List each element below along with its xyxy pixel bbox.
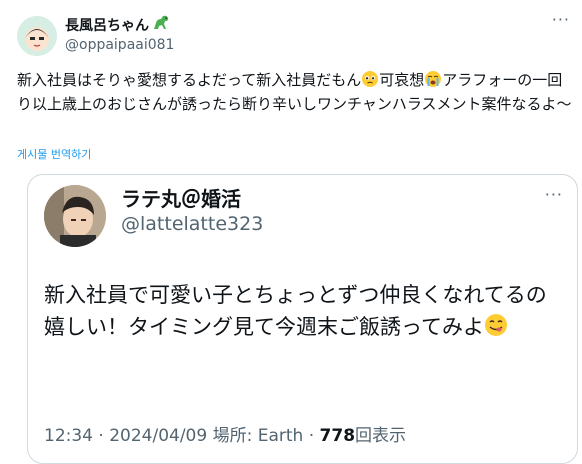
more-options-icon[interactable]: ··· — [552, 10, 570, 29]
quoted-timestamp[interactable]: 12:34 · 2024/04/09 場所: Earth · — [44, 426, 320, 446]
quoted-tweet-card[interactable]: ラテ丸＠婚活 @lattelatte323 ··· 新入社員で可愛い子とちょっと… — [27, 174, 578, 464]
quoted-more-options-icon[interactable]: ··· — [545, 185, 563, 204]
quoted-tweet-text: 新入社員で可愛い子とちょっとずつ仲良くなれてるの嬉しい！タイミング見て今週末ご飯… — [44, 279, 564, 346]
avatar[interactable] — [17, 16, 57, 56]
tweet-text: 新入社員はそりゃ愛想するよだって新入社員だもん 可哀想 アラフォーの一回り以上歳上の… — [17, 70, 572, 115]
quoted-timestamp-views: 12:34 · 2024/04/09 場所: Earth · 778回表示 — [44, 421, 406, 446]
quoted-avatar[interactable] — [44, 185, 106, 247]
display-name[interactable]: 長風呂ちゃん — [65, 15, 170, 35]
user-handle[interactable]: @oppaipaai081 — [65, 37, 174, 53]
pleading-face-icon — [361, 70, 379, 94]
quoted-view-label: 回表示 — [355, 426, 407, 446]
yum-face-icon — [484, 313, 508, 346]
display-name-text: 長風呂ちゃん — [65, 18, 149, 34]
dinosaur-icon — [152, 15, 170, 35]
quoted-view-count: 778 — [319, 426, 356, 446]
translate-post-link[interactable]: 게시물 번역하기 — [17, 146, 91, 162]
tweet-text-part-1: 新入社員はそりゃ愛想するよだって新入社員だもん — [17, 71, 362, 89]
quoted-text-body: 新入社員で可愛い子とちょっとずつ仲良くなれてるの嬉しい！タイミング見て今週末ご飯… — [44, 283, 547, 339]
quoted-display-name[interactable]: ラテ丸＠婚活 — [121, 183, 241, 212]
tweet-text-part-2: 可哀想 — [379, 71, 425, 89]
crying-face-icon — [424, 70, 442, 94]
quoted-user-handle[interactable]: @lattelatte323 — [121, 213, 263, 235]
